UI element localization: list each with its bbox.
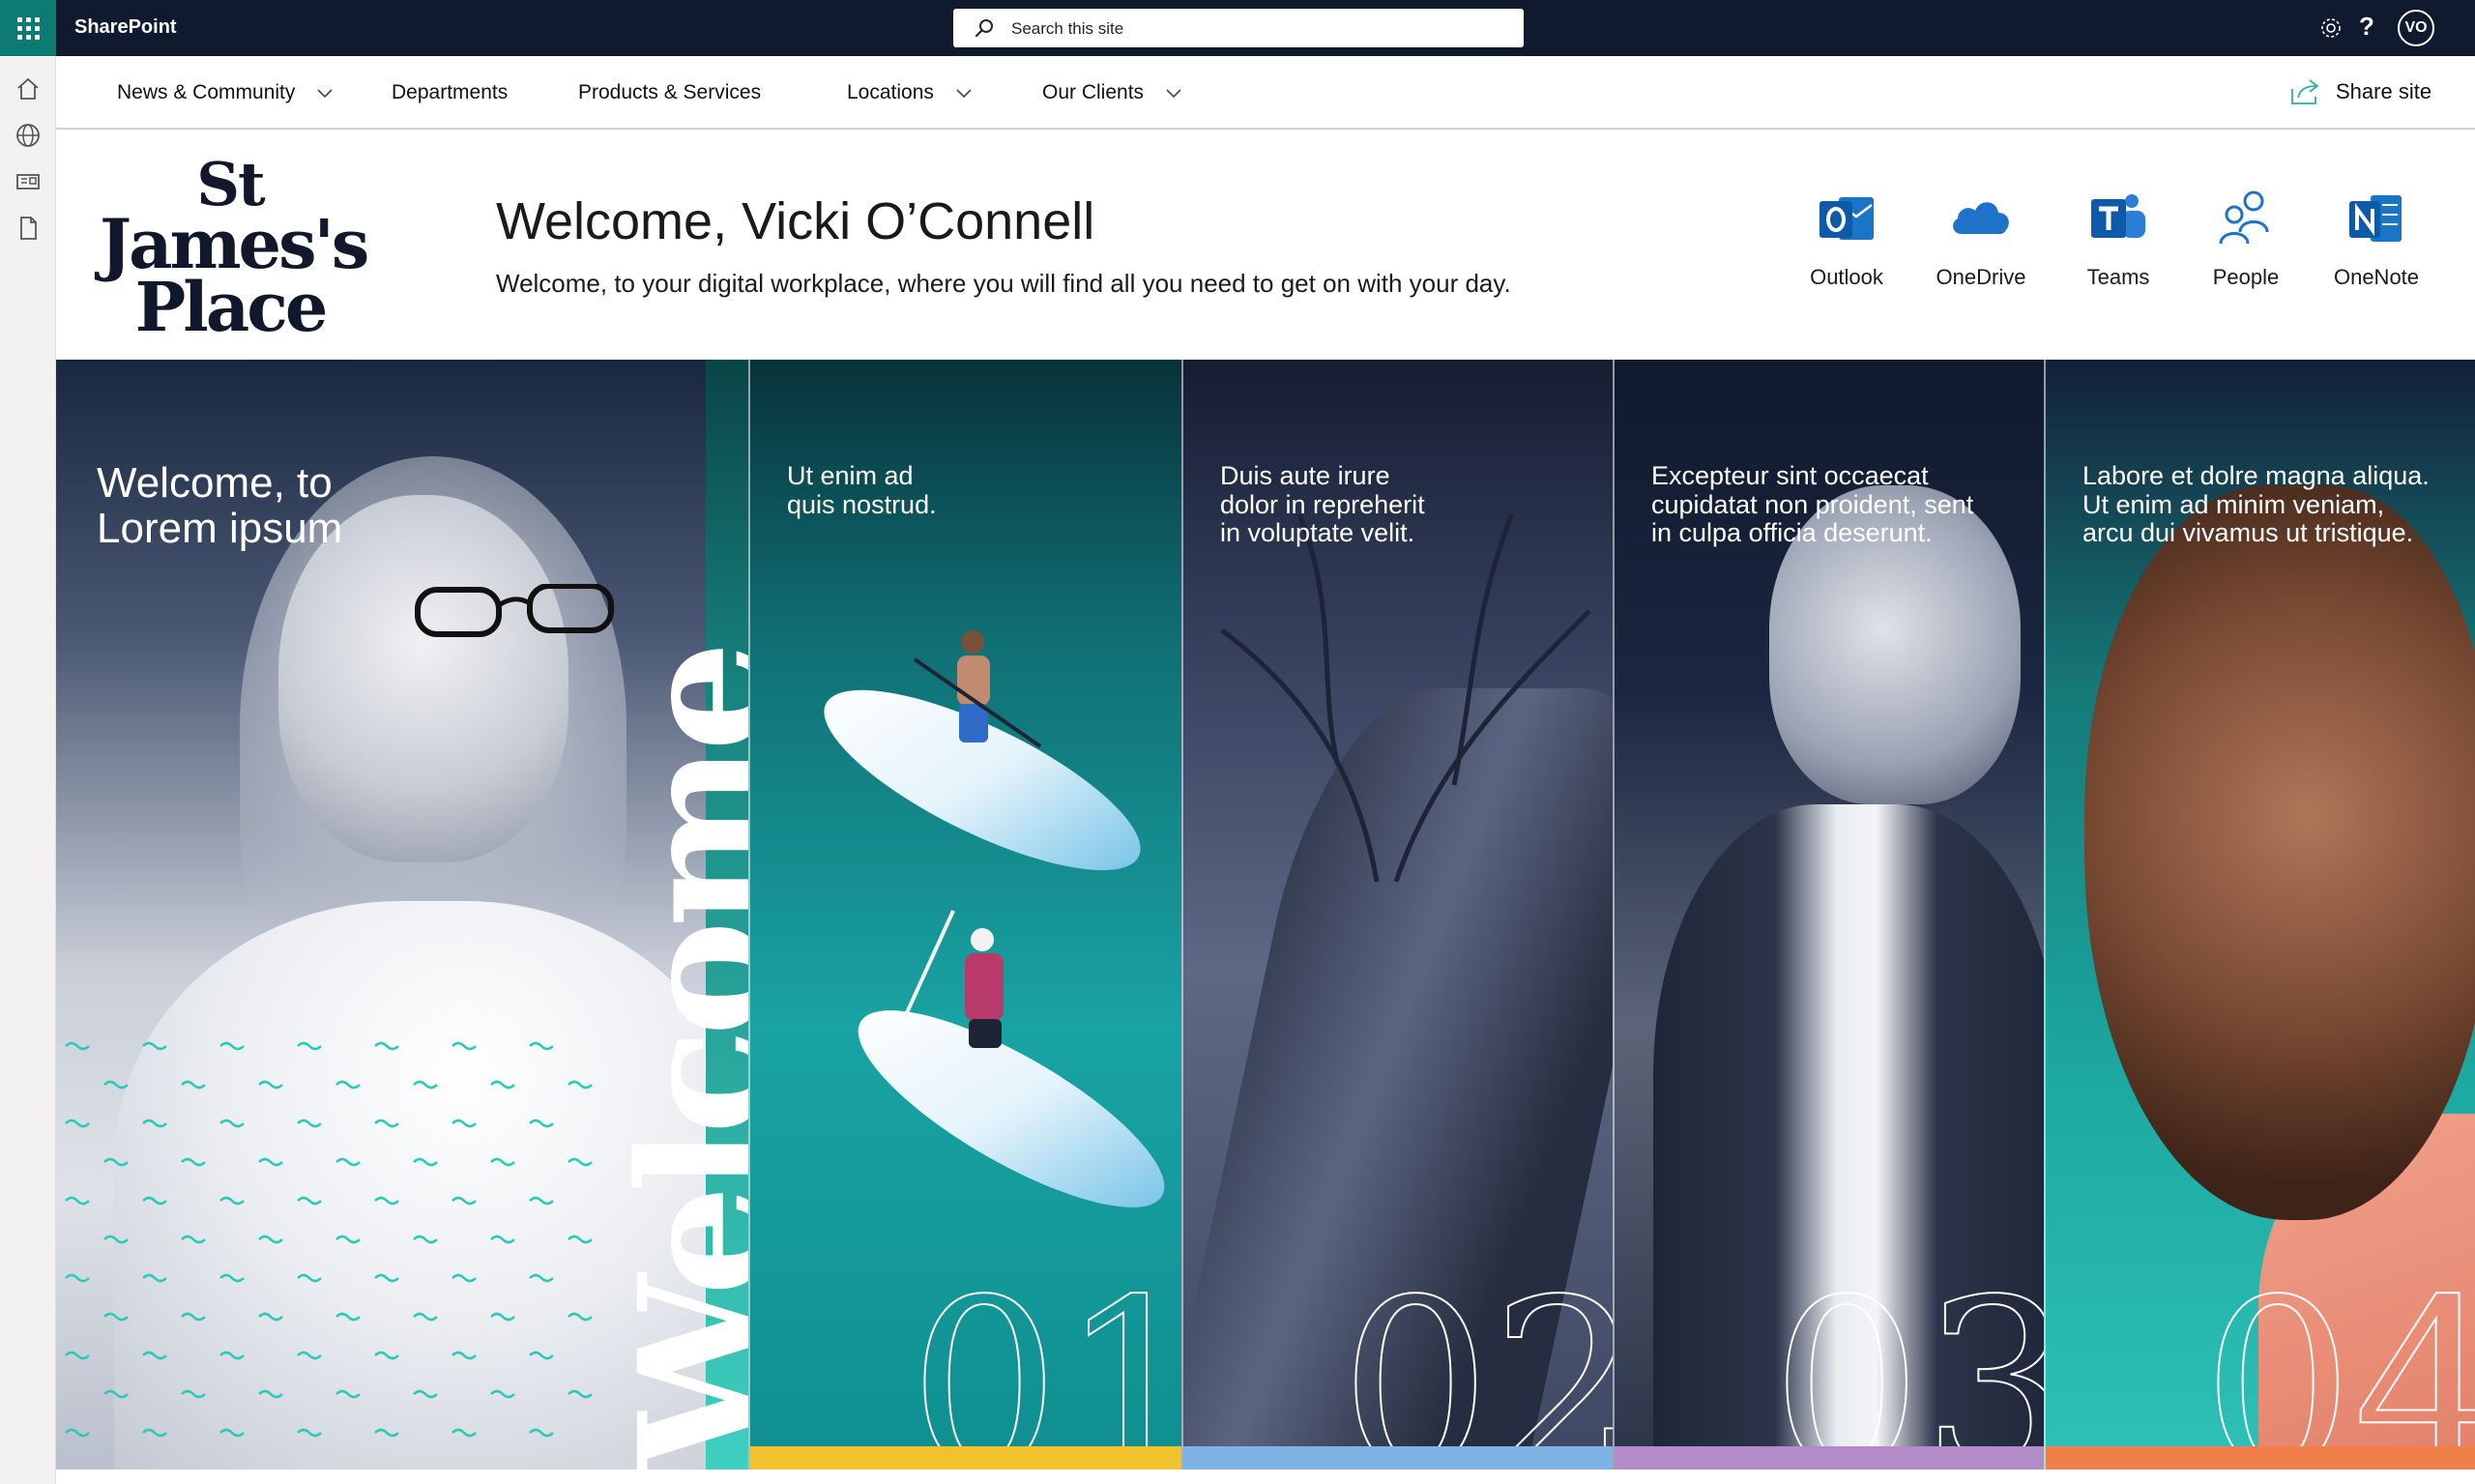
search-input[interactable]: Search this site [1011,19,1123,39]
svg-text:01: 01 [909,1261,1181,1469]
panel-accent-bar [750,1446,1181,1469]
nav-label: Products & Services [578,81,762,103]
panel-accent-bar [1615,1446,2044,1469]
svg-text:02: 02 [1340,1261,1613,1469]
nav-news-community[interactable]: News & Community [117,81,334,104]
app-tile-onenote[interactable]: OneNote [2323,184,2430,290]
globe-icon[interactable] [15,122,42,149]
hero-main-panel[interactable]: Welcome Welcome, to Lorem ipsum [56,360,748,1469]
chevron-down-icon [317,89,333,99]
nav-departments[interactable]: Departments [392,81,508,104]
brand-logo[interactable]: St James's Place [100,155,369,341]
teams-icon [2091,194,2145,238]
home-icon[interactable] [15,75,42,102]
panel-number: 02 [1339,1261,1613,1469]
app-name[interactable]: SharePoint [74,16,177,39]
onedrive-icon [1953,202,2009,234]
hero-banner: Welcome Welcome, to Lorem ipsum Ut enim … [56,360,2475,1469]
news-icon[interactable] [15,168,42,195]
panel-caption: Labore et dolre magna aliqua. Ut enim ad… [2082,461,2430,548]
nav-label: Locations [847,81,934,103]
panel-number: 03 [1770,1261,2044,1469]
panel-caption: Excepteur sint occaecat cupidatat non pr… [1651,461,1974,548]
hero-main-title: Welcome, to Lorem ipsum [97,459,343,553]
gear-icon[interactable] [2318,15,2344,41]
search-box[interactable]: Search this site [953,9,1524,47]
top-navigation: News & Community Departments Products & … [56,56,2475,130]
page-subtitle: Welcome, to your digital workplace, wher… [496,269,1511,298]
panel-accent-bar [2046,1446,2475,1469]
wave-pattern [65,1041,593,1438]
document-icon[interactable] [15,215,42,242]
page-header: St James's Place Welcome, Vicki O’Connel… [56,131,2475,360]
app-launcher-button[interactable] [0,0,56,56]
panel-accent-bar [1183,1446,1613,1469]
app-tile-outlook[interactable]: Outlook [1793,184,1900,290]
svg-text:04: 04 [2202,1261,2475,1469]
chevron-down-icon [1166,89,1181,99]
panel-caption: Duis aute irure dolor in repreherit in v… [1220,461,1425,548]
outlook-icon [1820,197,1874,240]
suite-bar: SharePoint Search this site ? VO [0,0,2475,56]
nav-label: Our Clients [1042,81,1145,103]
left-rail [0,56,56,1484]
portrait-woman-2 [2084,485,2475,1220]
nav-label: News & Community [117,81,296,103]
search-icon [975,19,993,38]
hero-panel-03[interactable]: Excepteur sint occaecat cupidatat non pr… [1613,360,2044,1469]
welcome-vertical-word: Welcome [601,648,748,1469]
help-icon[interactable]: ? [2359,12,2374,42]
people-icon [2219,190,2269,245]
hero-panel-01[interactable]: Ut enim ad quis nostrud. 01 [748,360,1181,1469]
nav-label: Departments [392,81,509,103]
nav-our-clients[interactable]: Our Clients [1042,81,1182,104]
onenote-icon [2349,195,2402,242]
app-tile-people[interactable]: People [2193,184,2299,290]
nav-locations[interactable]: Locations [847,81,973,104]
share-site-button[interactable]: Share site [2289,77,2431,106]
panel-number: 01 [908,1261,1181,1469]
app-tile-onedrive[interactable]: OneDrive [1928,184,2034,290]
share-site-label: Share site [2336,79,2432,103]
nav-products-services[interactable]: Products & Services [578,81,761,104]
chevron-down-icon [956,89,972,99]
paddlers-graphic [903,630,1042,1048]
panel-caption: Ut enim ad quis nostrud. [787,461,937,519]
page-title: Welcome, Vicki O’Connell [496,192,1095,250]
hero-panel-02[interactable]: Duis aute irure dolor in repreherit in v… [1181,360,1613,1469]
waffle-icon [16,16,40,40]
panel-number: 04 [2201,1261,2475,1469]
glasses-graphic [415,584,614,637]
hero-panel-04[interactable]: Labore et dolre magna aliqua. Ut enim ad… [2044,360,2475,1469]
app-tile-teams[interactable]: Teams [2065,184,2171,290]
avatar[interactable]: VO [2398,10,2434,46]
share-icon [2291,79,2319,104]
svg-text:03: 03 [1771,1261,2044,1469]
